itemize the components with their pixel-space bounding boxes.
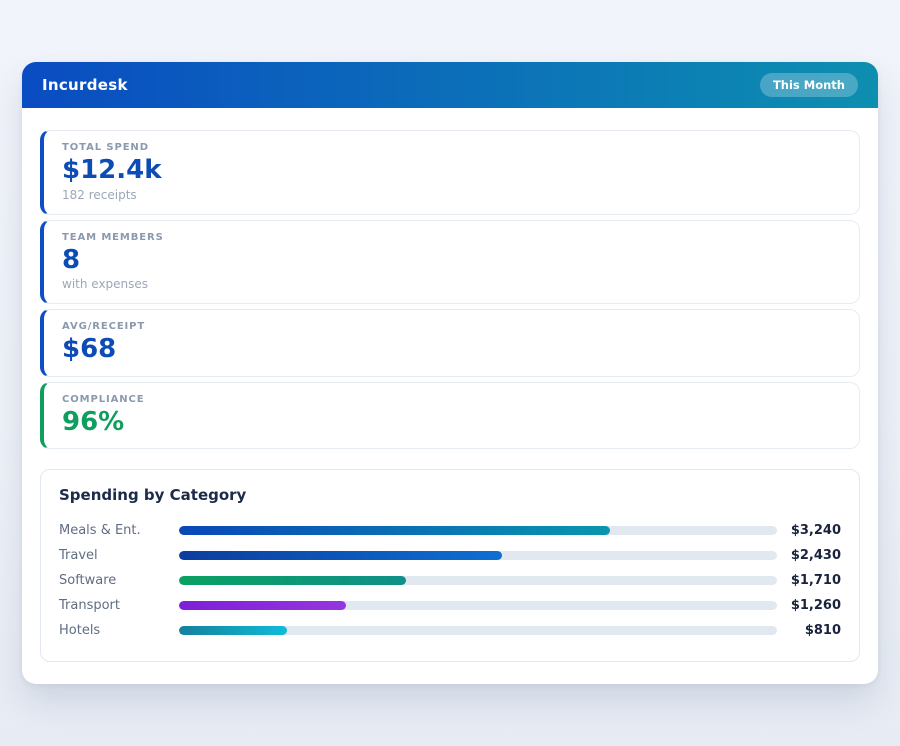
category-bar-fill [179, 551, 502, 560]
stat-label: TOTAL SPEND [62, 142, 841, 153]
dashboard-content: TOTAL SPEND $12.4k 182 receipts TEAM MEMBER… [22, 108, 878, 662]
category-row: Meals & Ent. $3,240 [59, 518, 841, 543]
stat-label: TEAM MEMBERS [62, 232, 841, 243]
category-label: Hotels [59, 623, 179, 638]
category-bar-track [179, 551, 777, 560]
category-value: $810 [777, 623, 841, 638]
category-label: Software [59, 573, 179, 588]
app-title: Incurdesk [42, 76, 128, 94]
category-bar-fill [179, 626, 287, 635]
category-bar-fill [179, 576, 406, 585]
category-bar-track [179, 601, 777, 610]
stat-label: AVG/RECEIPT [62, 321, 841, 332]
stat-subtext: 182 receipts [62, 188, 841, 202]
app-header: Incurdesk This Month [22, 62, 878, 108]
stat-value: $12.4k [62, 156, 841, 185]
stat-subtext: with expenses [62, 277, 841, 291]
stat-card: TEAM MEMBERS 8 with expenses [40, 220, 860, 305]
category-bar-fill [179, 526, 610, 535]
spending-panel: Spending by Category Meals & Ent. $3,240 T… [40, 469, 860, 662]
category-value: $1,260 [777, 598, 841, 613]
stat-value: 8 [62, 246, 841, 275]
stat-value: 96% [62, 408, 841, 437]
stat-card: COMPLIANCE 96% [40, 382, 860, 450]
category-row: Software $1,710 [59, 568, 841, 593]
category-row: Hotels $810 [59, 618, 841, 643]
category-row: Travel $2,430 [59, 543, 841, 568]
stat-value: $68 [62, 335, 841, 364]
category-value: $1,710 [777, 573, 841, 588]
category-row: Transport $1,260 [59, 593, 841, 618]
spending-panel-title: Spending by Category [59, 486, 841, 504]
category-rows: Meals & Ent. $3,240 Travel $2,430 Software $1… [59, 518, 841, 643]
stats-list: TOTAL SPEND $12.4k 182 receipts TEAM MEMBER… [40, 130, 860, 449]
category-value: $3,240 [777, 523, 841, 538]
category-bar-track [179, 526, 777, 535]
category-label: Transport [59, 598, 179, 613]
category-bar-track [179, 626, 777, 635]
category-label: Travel [59, 548, 179, 563]
dashboard-card: Incurdesk This Month TOTAL SPEND $12.4k 18… [22, 62, 878, 684]
stat-card: AVG/RECEIPT $68 [40, 309, 860, 377]
category-bar-fill [179, 601, 346, 610]
category-bar-track [179, 576, 777, 585]
category-label: Meals & Ent. [59, 523, 179, 538]
stat-card: TOTAL SPEND $12.4k 182 receipts [40, 130, 860, 215]
period-badge[interactable]: This Month [760, 73, 858, 97]
category-value: $2,430 [777, 548, 841, 563]
stat-label: COMPLIANCE [62, 394, 841, 405]
